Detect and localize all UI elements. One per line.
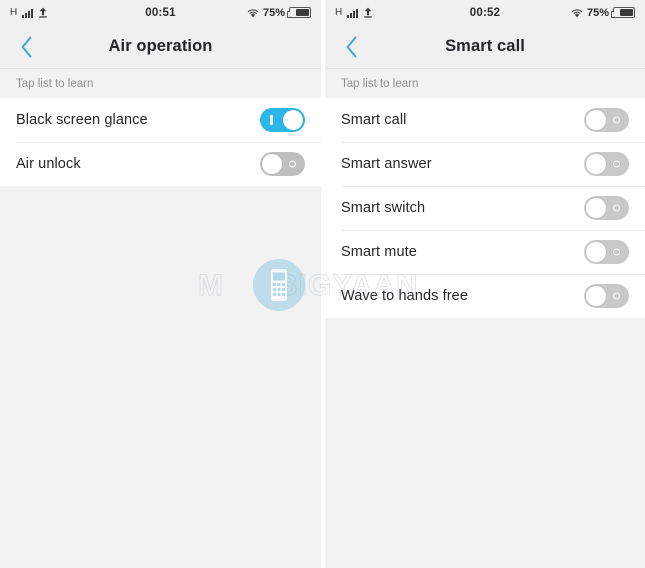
toggle-off-marker (613, 292, 620, 300)
setting-label: Wave to hands free (341, 288, 468, 304)
back-button[interactable] (325, 25, 377, 69)
setting-label: Smart mute (341, 244, 417, 260)
list-item[interactable]: Smart call (325, 98, 645, 142)
battery-icon (287, 7, 311, 18)
setting-label: Smart call (341, 112, 407, 128)
toggle-switch-wave-to-hands-free[interactable] (584, 284, 629, 308)
list-item[interactable]: Smart answer (325, 142, 645, 186)
list-item[interactable]: Smart mute (325, 230, 645, 274)
title-bar: Air operation (0, 25, 321, 69)
back-button[interactable] (0, 25, 52, 69)
toggle-switch-black-screen-glance[interactable] (260, 108, 305, 132)
toggle-on-marker (270, 115, 273, 125)
toggle-off-marker (613, 204, 620, 212)
chevron-left-icon (19, 35, 34, 59)
settings-list: Black screen glance Air unlock (0, 98, 321, 186)
status-bar-right-icons: 75% (571, 7, 635, 19)
toggle-switch-smart-call[interactable] (584, 108, 629, 132)
toggle-knob (586, 242, 606, 262)
toggle-off-marker (613, 160, 620, 168)
toggle-switch-smart-answer[interactable] (584, 152, 629, 176)
toggle-knob (586, 110, 606, 130)
setting-label: Black screen glance (16, 112, 148, 128)
settings-list: Smart call Smart answer Smart switch Sma… (325, 98, 645, 318)
setting-label: Air unlock (16, 156, 81, 172)
battery-icon (611, 7, 635, 18)
status-bar-right-icons: 75% (247, 7, 311, 19)
toggle-off-marker (289, 160, 296, 168)
status-bar: H 00:51 75% (0, 0, 321, 25)
list-item[interactable]: Black screen glance (0, 98, 321, 142)
toggle-knob (586, 154, 606, 174)
toggle-off-marker (613, 116, 620, 124)
toggle-knob (262, 154, 282, 174)
dual-screenshot-container: H 00:51 75% Air operation Tap list to le… (0, 0, 645, 568)
setting-label: Smart switch (341, 200, 426, 216)
list-hint-label: Tap list to learn (0, 69, 321, 98)
phone-screen-air-operation: H 00:51 75% Air operation Tap list to le… (0, 0, 321, 568)
toggle-off-marker (613, 248, 620, 256)
toggle-knob (283, 110, 303, 130)
toggle-knob (586, 286, 606, 306)
toggle-switch-air-unlock[interactable] (260, 152, 305, 176)
wifi-icon (247, 8, 259, 18)
phone-screen-smart-call: H 00:52 75% Smart call Tap list to learn… (325, 0, 645, 568)
setting-label: Smart answer (341, 156, 432, 172)
battery-percent-label: 75% (262, 6, 285, 19)
list-item[interactable]: Wave to hands free (325, 274, 645, 318)
wifi-icon (571, 8, 583, 18)
battery-percent-label: 75% (586, 6, 609, 19)
toggle-knob (586, 198, 606, 218)
toggle-switch-smart-switch[interactable] (584, 196, 629, 220)
chevron-left-icon (344, 35, 359, 59)
list-item[interactable]: Smart switch (325, 186, 645, 230)
status-bar: H 00:52 75% (325, 0, 645, 25)
list-hint-label: Tap list to learn (325, 69, 645, 98)
title-bar: Smart call (325, 25, 645, 69)
toggle-switch-smart-mute[interactable] (584, 240, 629, 264)
list-item[interactable]: Air unlock (0, 142, 321, 186)
